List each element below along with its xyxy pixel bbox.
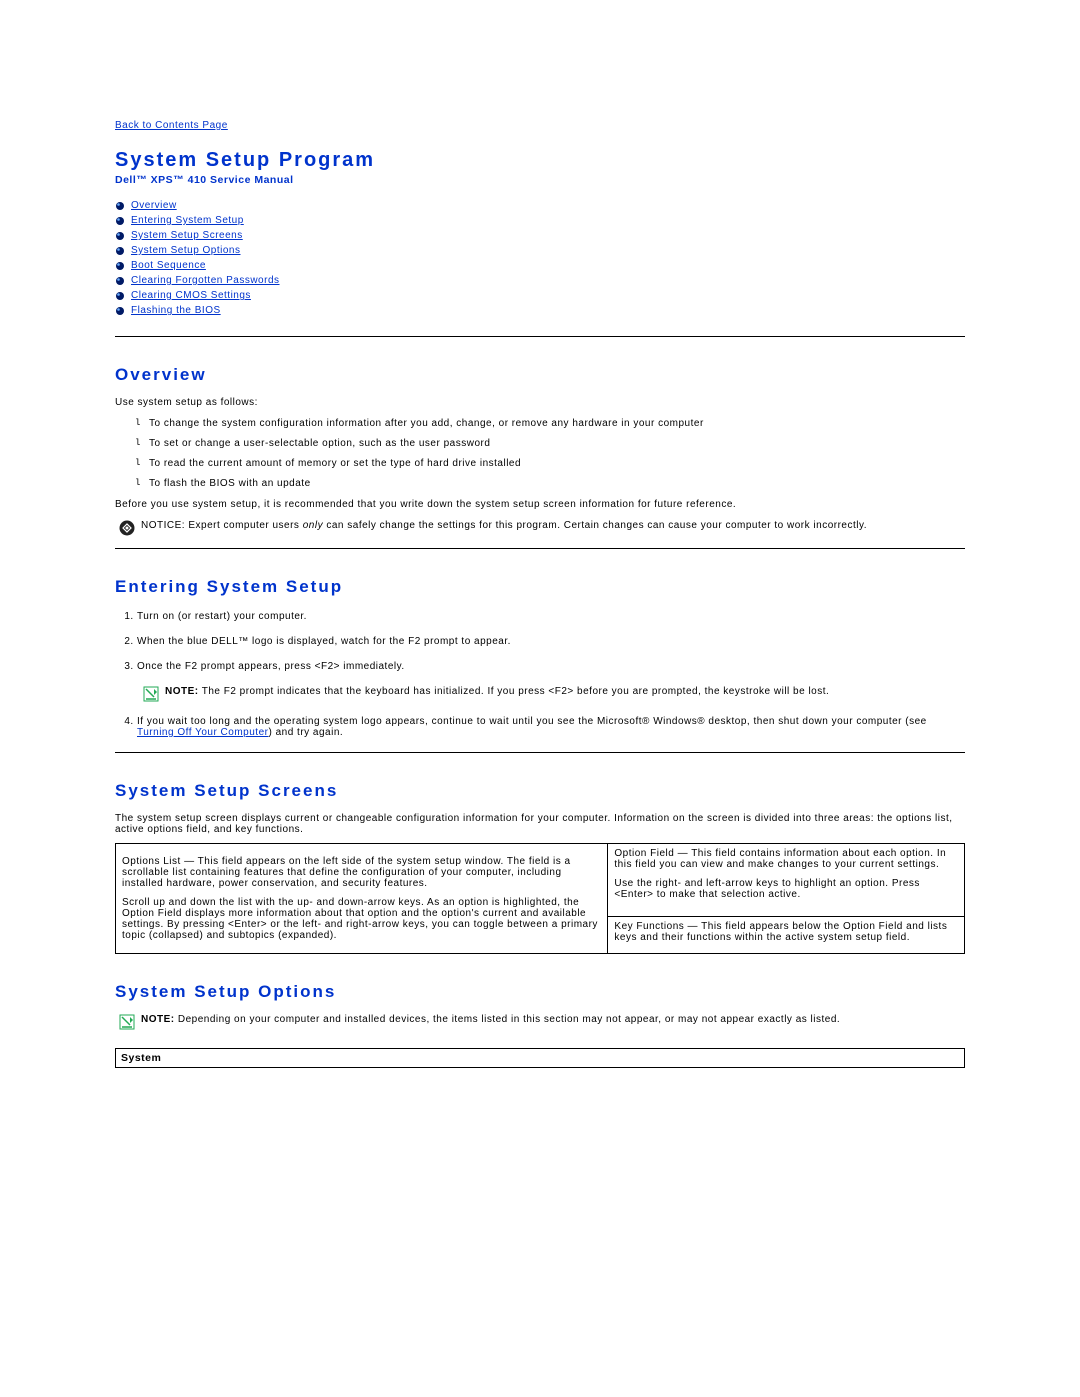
entering-step-4: If you wait too long and the operating s… — [137, 716, 965, 738]
entering-step-2: When the blue DELL™ logo is displayed, w… — [137, 636, 965, 647]
bullet-icon — [115, 216, 125, 226]
divider — [115, 548, 965, 549]
overview-intro: Use system setup as follows: — [115, 397, 965, 408]
screens-left-p2: Scroll up and down the list with the up-… — [122, 897, 601, 941]
screens-heading: System Setup Screens — [115, 781, 965, 801]
screens-right2-cell: Key Functions — This field appears below… — [608, 916, 965, 953]
toc-item-bios: Flashing the BIOS — [115, 305, 965, 316]
toc-item-options: System Setup Options — [115, 245, 965, 256]
options-heading: System Setup Options — [115, 982, 965, 1002]
manual-subtitle: Dell™ XPS™ 410 Service Manual — [115, 174, 965, 186]
entering-step-1: Turn on (or restart) your computer. — [137, 611, 965, 622]
bullet-icon — [115, 291, 125, 301]
notice-text: NOTICE: Expert computer users only can s… — [141, 520, 965, 531]
entering-steps: Turn on (or restart) your computer. When… — [115, 611, 965, 672]
overview-bullet-4: To flash the BIOS with an update — [135, 478, 965, 489]
bullet-icon — [115, 276, 125, 286]
notice-only: only — [303, 520, 323, 531]
screens-left-p1: Options List — This field appears on the… — [122, 856, 601, 889]
bullet-icon — [115, 231, 125, 241]
toc-link-screens[interactable]: System Setup Screens — [131, 230, 243, 241]
step4-post: ) and try again. — [268, 727, 343, 738]
entering-steps-cont: If you wait too long and the operating s… — [115, 716, 965, 738]
note-label: NOTE: — [165, 686, 199, 697]
entering-note-text: NOTE: The F2 prompt indicates that the k… — [165, 686, 965, 697]
step4-pre: If you wait too long and the operating s… — [137, 716, 927, 727]
screens-intro: The system setup screen displays current… — [115, 813, 965, 835]
screens-left-cell: Options List — This field appears on the… — [116, 844, 608, 954]
toc-link-passwords[interactable]: Clearing Forgotten Passwords — [131, 275, 280, 286]
entering-note-row: NOTE: The F2 prompt indicates that the k… — [143, 686, 965, 702]
bullet-icon — [115, 261, 125, 271]
table-of-contents: Overview Entering System Setup System Se… — [115, 200, 965, 316]
note-body: The F2 prompt indicates that the keyboar… — [199, 686, 830, 697]
options-note-row: NOTE: Depending on your computer and ins… — [119, 1014, 965, 1030]
screens-right1-cell: Option Field — This field contains infor… — [608, 844, 965, 917]
toc-item-cmos: Clearing CMOS Settings — [115, 290, 965, 301]
note-icon — [119, 1014, 135, 1030]
divider — [115, 752, 965, 753]
toc-item-entering: Entering System Setup — [115, 215, 965, 226]
options-table: System — [115, 1048, 965, 1068]
toc-link-boot[interactable]: Boot Sequence — [131, 260, 206, 271]
overview-bullet-3: To read the current amount of memory or … — [135, 458, 965, 469]
screens-right1-p1: Option Field — This field contains infor… — [614, 848, 958, 870]
toc-item-overview: Overview — [115, 200, 965, 211]
options-row-system: System — [116, 1049, 965, 1068]
entering-heading: Entering System Setup — [115, 577, 965, 597]
toc-link-cmos[interactable]: Clearing CMOS Settings — [131, 290, 251, 301]
back-to-contents-link[interactable]: Back to Contents Page — [115, 120, 228, 131]
notice-icon — [119, 520, 135, 536]
overview-recommendation: Before you use system setup, it is recom… — [115, 499, 965, 510]
entering-step-3: Once the F2 prompt appears, press <F2> i… — [137, 661, 965, 672]
divider — [115, 336, 965, 337]
toc-link-entering[interactable]: Entering System Setup — [131, 215, 244, 226]
notice-pre: Expert computer users — [185, 520, 303, 531]
notice-row: NOTICE: Expert computer users only can s… — [119, 520, 965, 536]
toc-link-bios[interactable]: Flashing the BIOS — [131, 305, 221, 316]
toc-link-options[interactable]: System Setup Options — [131, 245, 241, 256]
notice-label: NOTICE: — [141, 520, 185, 531]
turning-off-link[interactable]: Turning Off Your Computer — [137, 727, 268, 738]
note-icon — [143, 686, 159, 702]
bullet-icon — [115, 201, 125, 211]
overview-list: To change the system configuration infor… — [115, 418, 965, 489]
screens-table: Options List — This field appears on the… — [115, 843, 965, 954]
screens-right1-p2: Use the right- and left-arrow keys to hi… — [614, 878, 958, 900]
options-note-text: NOTE: Depending on your computer and ins… — [141, 1014, 965, 1025]
bullet-icon — [115, 246, 125, 256]
toc-item-passwords: Clearing Forgotten Passwords — [115, 275, 965, 286]
overview-bullet-2: To set or change a user-selectable optio… — [135, 438, 965, 449]
notice-post: can safely change the settings for this … — [323, 520, 867, 531]
toc-item-boot: Boot Sequence — [115, 260, 965, 271]
options-note-label: NOTE: — [141, 1014, 175, 1025]
toc-link-overview[interactable]: Overview — [131, 200, 177, 211]
overview-bullet-1: To change the system configuration infor… — [135, 418, 965, 429]
bullet-icon — [115, 306, 125, 316]
overview-heading: Overview — [115, 365, 965, 385]
options-note-body: Depending on your computer and installed… — [175, 1014, 841, 1025]
toc-item-screens: System Setup Screens — [115, 230, 965, 241]
page-title: System Setup Program — [115, 149, 965, 172]
